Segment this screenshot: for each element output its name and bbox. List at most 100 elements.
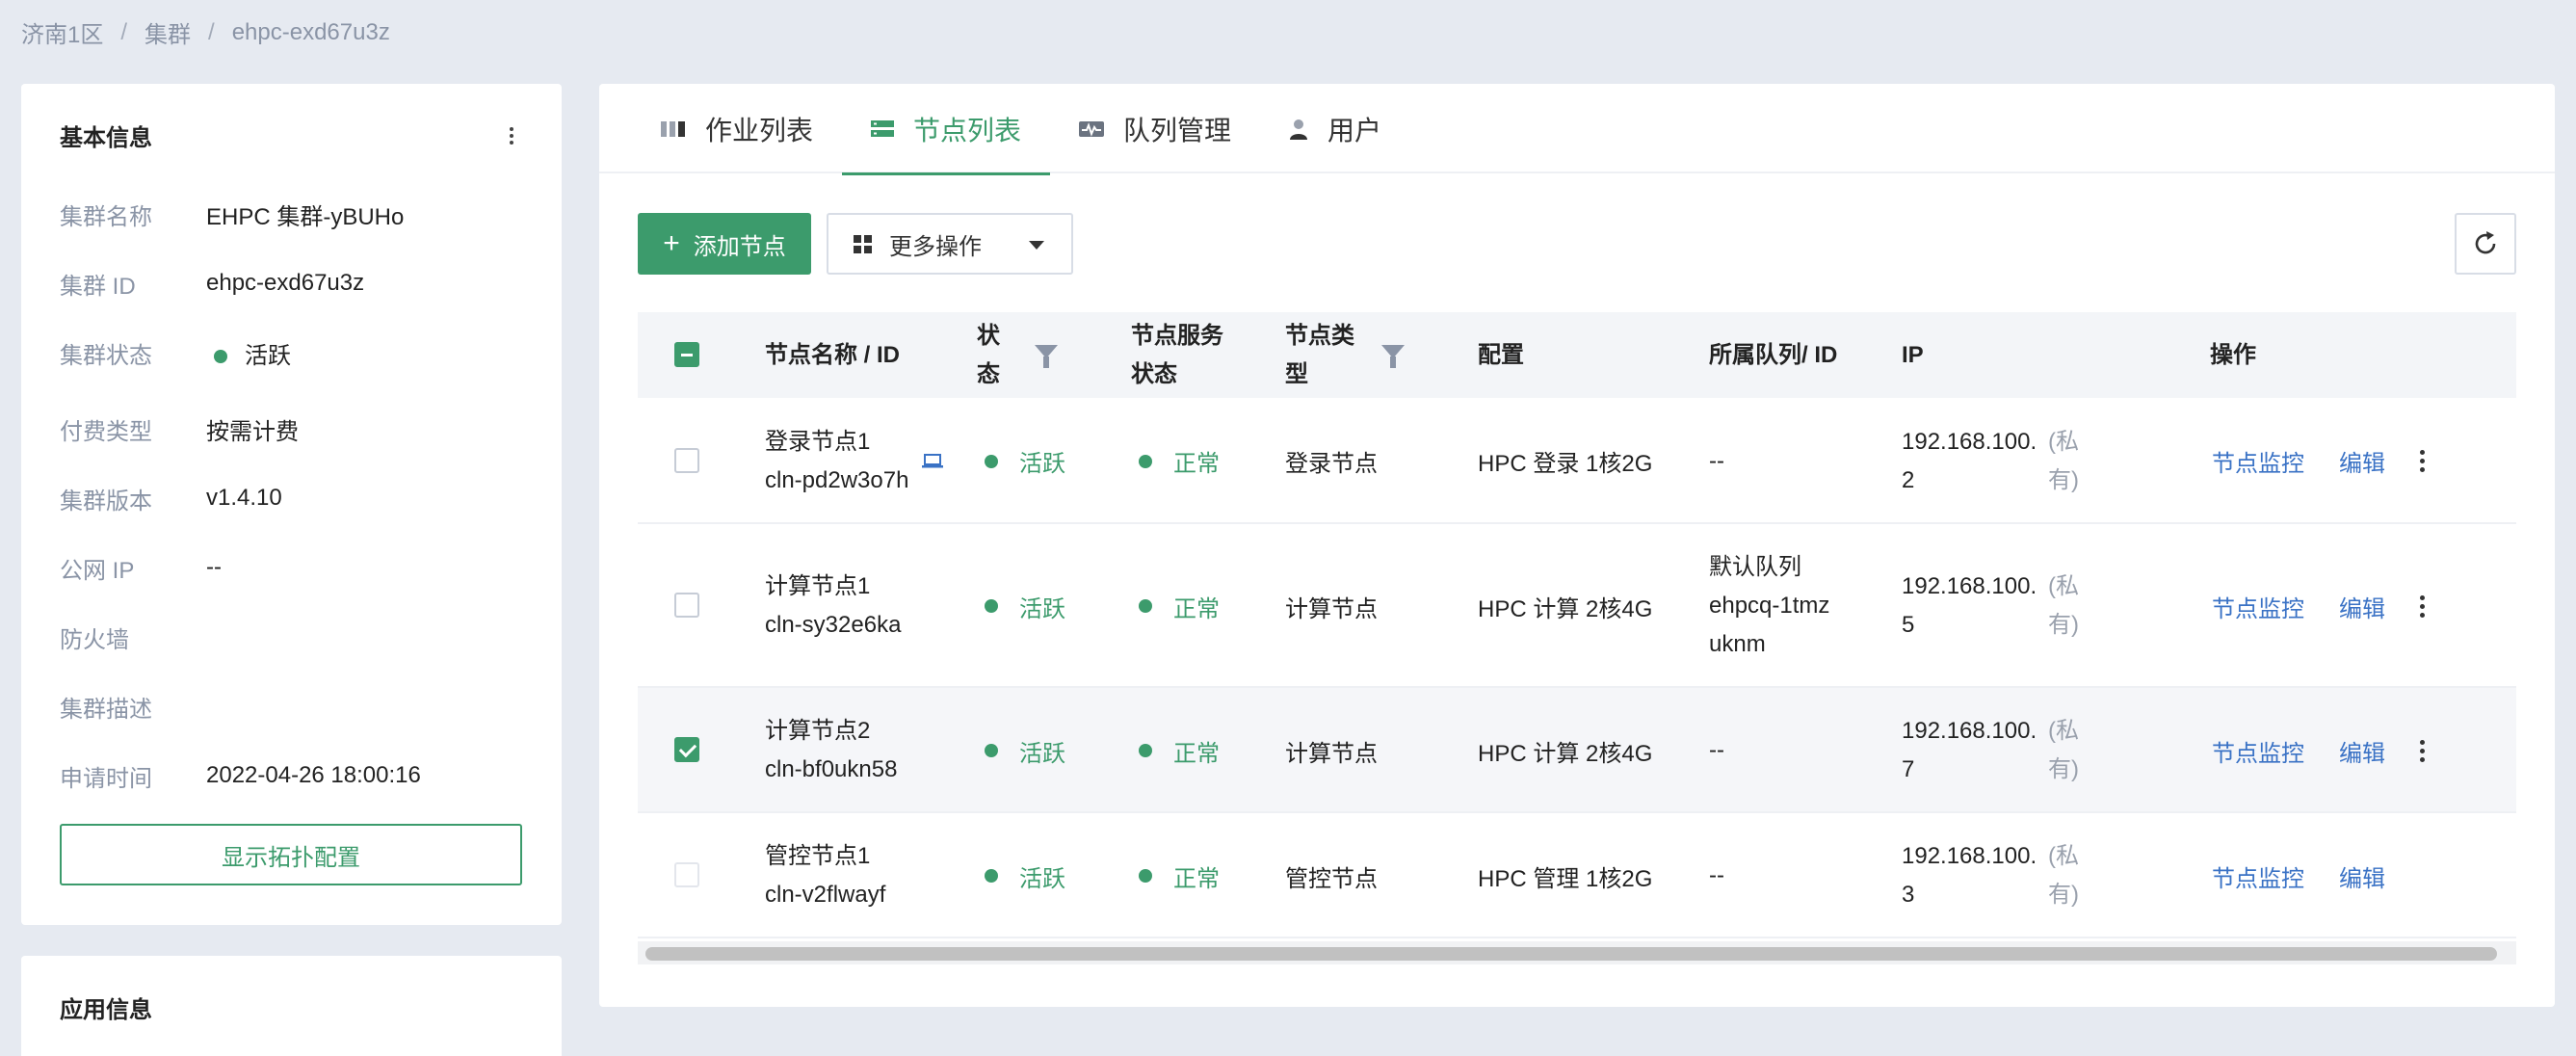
- status-text: 活跃: [1019, 451, 1065, 477]
- info-label: 公网 IP: [60, 557, 135, 584]
- service-text: 正常: [1173, 865, 1220, 892]
- row-checkbox[interactable]: [674, 448, 699, 473]
- node-list-icon: [871, 119, 895, 139]
- node-status-cell: 活跃: [985, 688, 1065, 813]
- service-status-cell: 正常: [1139, 398, 1220, 524]
- ip-cell: 192.168.100. 5: [1902, 524, 2037, 688]
- queue-line: --: [1709, 862, 1724, 888]
- more-vertical-icon[interactable]: [500, 124, 523, 147]
- more-vertical-icon[interactable]: [2410, 446, 2433, 475]
- job-list-icon: [661, 119, 686, 139]
- header-config: 配置: [1478, 341, 1524, 368]
- edit-link[interactable]: 编辑: [2339, 813, 2385, 938]
- ip-line: 3: [1902, 882, 1915, 908]
- ip-line: 192.168.100.: [1902, 428, 2037, 455]
- node-monitor-link[interactable]: 节点监控: [2212, 398, 2304, 524]
- info-label: 集群状态: [60, 342, 152, 369]
- ip-tag-line: (私: [2048, 718, 2079, 744]
- node-monitor-link[interactable]: 节点监控: [2212, 688, 2304, 813]
- more-vertical-icon[interactable]: [2410, 736, 2433, 765]
- table-row[interactable]: 管控节点1 cln-v2flwayf 活跃 正常 管控节点 HPC 管理 1核2…: [638, 813, 2516, 938]
- ip-cell: 192.168.100. 2: [1902, 398, 2037, 524]
- ip-tag-cell: (私 有): [2048, 813, 2079, 938]
- node-name-cell: 计算节点1 cln-sy32e6ka: [765, 524, 901, 688]
- info-row-billing: 付费类型 按需计费: [60, 412, 299, 445]
- queue-icon: [1079, 119, 1105, 139]
- table-row[interactable]: 登录节点1 cln-pd2w3o7h 活跃 正常 登录节点 HPC 登录 1核2…: [638, 398, 2516, 524]
- ip-line: 192.168.100.: [1902, 718, 2037, 744]
- more-vertical-icon[interactable]: [2410, 592, 2433, 620]
- status-dot-icon: [1139, 744, 1152, 757]
- ip-line: 192.168.100.: [1902, 843, 2037, 869]
- status-dot-icon: [214, 350, 227, 364]
- queue-line: --: [1709, 447, 1724, 474]
- config-cell: HPC 计算 2核4G: [1478, 595, 1653, 622]
- node-id: cln-v2flwayf: [765, 882, 886, 908]
- node-name-cell: 计算节点2 cln-bf0ukn58: [765, 688, 897, 813]
- queue-line: ehpcq-1tmz: [1709, 593, 1830, 619]
- queue-line: uknm: [1709, 631, 1766, 657]
- ip-tag-cell: (私 有): [2048, 524, 2079, 688]
- tab-queue-management[interactable]: 队列管理: [1050, 84, 1260, 173]
- row-checkbox[interactable]: [674, 737, 699, 762]
- tab-users[interactable]: 用户: [1260, 84, 1410, 173]
- node-id: cln-bf0ukn58: [765, 756, 898, 782]
- type-filter-icon[interactable]: [1381, 345, 1405, 368]
- header-status-line2: 态: [977, 360, 1000, 387]
- add-node-button[interactable]: + 添加节点: [638, 213, 811, 275]
- breadcrumb-cluster[interactable]: 集群: [145, 15, 191, 49]
- login-terminal-icon[interactable]: [921, 454, 944, 469]
- ip-line: 5: [1902, 612, 1915, 638]
- more-actions-label: 更多操作: [889, 233, 982, 260]
- status-text: 活跃: [1019, 740, 1065, 767]
- tab-job-list[interactable]: 作业列表: [632, 84, 842, 173]
- info-row-version: 集群版本 v1.4.10: [60, 482, 282, 515]
- status-filter-icon[interactable]: [1035, 345, 1058, 368]
- breadcrumb-separator: /: [208, 18, 215, 45]
- show-topology-button[interactable]: 显示拓扑配置: [60, 824, 522, 885]
- status-dot-icon: [1139, 454, 1152, 468]
- queue-line: --: [1709, 737, 1724, 763]
- table-row[interactable]: 计算节点1 cln-sy32e6ka 活跃 正常 计算节点 HPC 计算 2核4…: [638, 524, 2516, 688]
- queue-line: 默认队列: [1709, 554, 1801, 580]
- info-row-cluster-status: 集群状态 活跃: [60, 336, 291, 369]
- table-row[interactable]: 计算节点2 cln-bf0ukn58 活跃 正常 计算节点 HPC 计算 2核4…: [638, 688, 2516, 813]
- status-dot-icon: [985, 599, 998, 613]
- row-checkbox[interactable]: [674, 593, 699, 618]
- ip-tag-cell: (私 有): [2048, 688, 2079, 813]
- node-monitor-link[interactable]: 节点监控: [2212, 813, 2304, 938]
- row-checkbox-disabled: [674, 862, 699, 887]
- breadcrumb-region[interactable]: 济南1区: [21, 15, 103, 49]
- edit-link[interactable]: 编辑: [2339, 688, 2385, 813]
- info-value-status: 活跃: [206, 336, 291, 370]
- tab-label: 作业列表: [705, 115, 814, 145]
- refresh-button[interactable]: [2455, 213, 2516, 275]
- scrollbar-thumb[interactable]: [645, 947, 2497, 961]
- header-type-line1: 节点类: [1285, 322, 1354, 349]
- ip-line: 192.168.100.: [1902, 573, 2037, 599]
- header-status-line1: 状: [977, 322, 1000, 349]
- more-actions-dropdown[interactable]: 更多操作: [827, 213, 1073, 275]
- node-name: 管控节点1: [765, 843, 871, 869]
- service-status-cell: 正常: [1139, 688, 1220, 813]
- header-service-status: 节点服务 状态: [1131, 312, 1223, 398]
- basic-info-card: 基本信息 集群名称 EHPC 集群-yBUHo 集群 ID ehpc-exd67…: [21, 84, 562, 925]
- info-value: v1.4.10: [206, 485, 282, 511]
- tab-bar: 作业列表 节点列表 队列管理 用户: [599, 84, 2555, 175]
- node-monitor-link[interactable]: 节点监控: [2212, 524, 2304, 688]
- service-text: 正常: [1173, 740, 1220, 767]
- header-node-type: 节点类 型: [1285, 312, 1354, 398]
- node-id: cln-pd2w3o7h: [765, 466, 909, 493]
- ip-tag-line: (私: [2048, 843, 2079, 869]
- node-status-cell: 活跃: [985, 813, 1065, 938]
- service-status-cell: 正常: [1139, 813, 1220, 938]
- horizontal-scrollbar[interactable]: [638, 941, 2516, 964]
- app-info-card: 应用信息: [21, 956, 562, 1056]
- tab-node-list[interactable]: 节点列表: [842, 84, 1051, 175]
- edit-link[interactable]: 编辑: [2339, 398, 2385, 524]
- breadcrumb-current: ehpc-exd67u3z: [231, 18, 390, 45]
- edit-link[interactable]: 编辑: [2339, 524, 2385, 688]
- select-all-checkbox[interactable]: [674, 342, 699, 367]
- node-type-cell: 计算节点: [1285, 595, 1378, 622]
- breadcrumb-separator: /: [120, 18, 128, 45]
